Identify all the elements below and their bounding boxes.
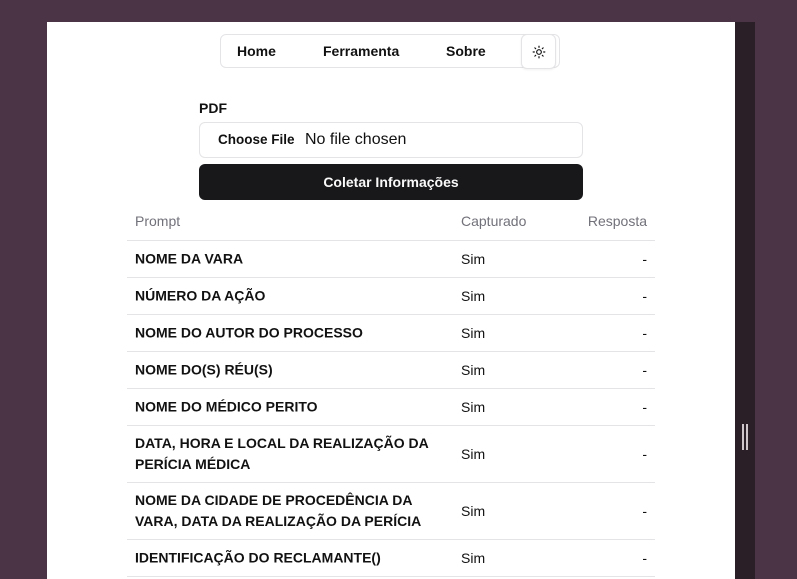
- prompt-cell: NOME DO(S) RÉU(S): [135, 361, 273, 378]
- prompt-cell: NOME DO MÉDICO PERITO: [135, 398, 318, 415]
- navigation-bar: Home Ferramenta Sobre: [220, 34, 560, 69]
- column-header-captured: Capturado: [461, 213, 527, 229]
- table-row: IDENTIFICAÇÃO DO RECLAMANTE() Sim -: [127, 540, 655, 577]
- table-row: NOME DO AUTOR DO PROCESSO Sim -: [127, 315, 655, 352]
- captured-cell: Sim: [461, 399, 486, 415]
- sun-icon: [532, 45, 545, 58]
- response-cell: -: [642, 325, 647, 341]
- table-row: DATA, HORA E LOCAL DA REALIZAÇÃO DA PERÍ…: [127, 426, 655, 483]
- response-cell: -: [642, 550, 647, 566]
- column-header-response: Resposta: [587, 213, 647, 229]
- response-cell: -: [642, 288, 647, 304]
- table-row: NOME DA VARA Sim -: [127, 241, 655, 278]
- table-row: NOME DO(S) RÉU(S) Sim -: [127, 352, 655, 389]
- nav-home-link[interactable]: Home: [237, 35, 276, 69]
- response-cell: -: [642, 362, 647, 378]
- response-cell: -: [642, 503, 647, 519]
- captured-cell: Sim: [461, 288, 486, 304]
- pdf-file-input[interactable]: Choose File No file chosen: [199, 122, 583, 158]
- nav-about-link[interactable]: Sobre: [446, 35, 486, 69]
- response-cell: -: [642, 446, 647, 462]
- captured-cell: Sim: [461, 550, 486, 566]
- captured-cell: Sim: [461, 503, 486, 519]
- resize-handle[interactable]: [742, 424, 748, 450]
- window-side-strip: [735, 22, 755, 579]
- response-cell: -: [642, 251, 647, 267]
- table-header: Prompt Capturado Resposta: [127, 202, 655, 241]
- file-status-text: No file chosen: [305, 131, 407, 148]
- results-table: Prompt Capturado Resposta NOME DA VARA S…: [127, 202, 655, 577]
- theme-toggle-button[interactable]: [521, 34, 556, 69]
- captured-cell: Sim: [461, 446, 486, 462]
- prompt-cell: NÚMERO DA AÇÃO: [135, 287, 266, 304]
- prompt-cell: NOME DO AUTOR DO PROCESSO: [135, 324, 363, 341]
- captured-cell: Sim: [461, 362, 486, 378]
- captured-cell: Sim: [461, 251, 486, 267]
- main-page: Home Ferramenta Sobre PDF Choose File No…: [47, 22, 735, 579]
- prompt-cell: NOME DA CIDADE DE PROCEDÊNCIA DA VARA, D…: [135, 492, 422, 529]
- pdf-field-label: PDF: [199, 100, 227, 116]
- prompt-cell: NOME DA VARA: [135, 250, 244, 267]
- choose-file-button[interactable]: Choose File: [218, 123, 295, 157]
- nav-tool-link[interactable]: Ferramenta: [323, 35, 399, 69]
- table-row: NOME DA CIDADE DE PROCEDÊNCIA DA VARA, D…: [127, 483, 655, 540]
- table-row: NÚMERO DA AÇÃO Sim -: [127, 278, 655, 315]
- column-header-prompt: Prompt: [135, 213, 181, 229]
- prompt-cell: IDENTIFICAÇÃO DO RECLAMANTE(): [135, 549, 381, 566]
- response-cell: -: [642, 399, 647, 415]
- captured-cell: Sim: [461, 325, 486, 341]
- window-top-bar: [0, 0, 797, 22]
- table-row: NOME DO MÉDICO PERITO Sim -: [127, 389, 655, 426]
- collect-info-button[interactable]: Coletar Informações: [199, 164, 583, 200]
- prompt-cell: DATA, HORA E LOCAL DA REALIZAÇÃO DA PERÍ…: [135, 435, 429, 472]
